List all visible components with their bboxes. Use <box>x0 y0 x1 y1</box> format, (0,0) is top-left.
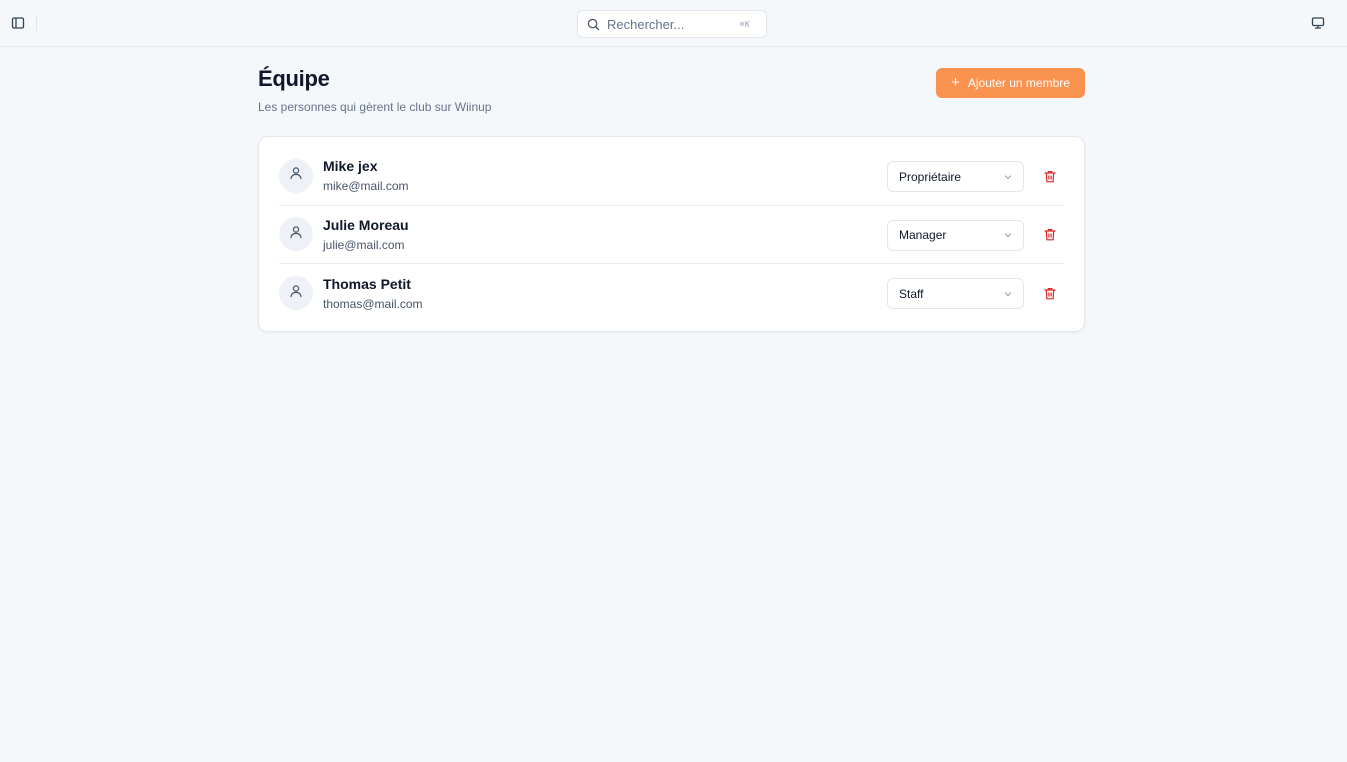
avatar <box>279 217 313 252</box>
search-shortcut: ⌘K <box>739 19 750 29</box>
topbar-divider <box>36 15 37 31</box>
avatar <box>279 158 313 193</box>
member-row: Julie Moreau julie@mail.com Manager <box>279 206 1064 265</box>
member-email: mike@mail.com <box>323 179 409 194</box>
member-row: Thomas Petit thomas@mail.com Staff <box>279 264 1064 323</box>
member-name: Julie Moreau <box>323 216 409 233</box>
trash-icon[interactable] <box>1042 168 1058 184</box>
monitor-icon[interactable] <box>1309 14 1327 32</box>
search-input[interactable] <box>607 16 727 32</box>
plus-icon: + <box>951 74 960 91</box>
member-info: Thomas Petit thomas@mail.com <box>323 276 423 311</box>
members-card: Mike jex mike@mail.com Propriétaire Juli… <box>258 136 1085 332</box>
role-select[interactable]: Staff <box>887 278 1024 310</box>
add-member-label: Ajouter un membre <box>967 76 1070 90</box>
trash-icon[interactable] <box>1042 285 1058 301</box>
page-title: Équipe <box>258 66 330 91</box>
search-box[interactable]: ⌘K <box>577 10 767 38</box>
role-select[interactable]: Propriétaire <box>887 161 1024 192</box>
member-info: Mike jex mike@mail.com <box>323 158 409 193</box>
member-email: julie@mail.com <box>323 237 405 252</box>
chevron-down-icon <box>1003 230 1013 240</box>
search-icon <box>587 17 601 31</box>
member-info: Julie Moreau julie@mail.com <box>323 217 409 252</box>
chevron-down-icon <box>1003 289 1013 299</box>
role-select[interactable]: Manager <box>887 219 1024 251</box>
avatar <box>279 276 313 311</box>
member-name: Thomas Petit <box>323 275 411 292</box>
role-value: Manager <box>899 228 947 243</box>
sidebar-toggle-icon[interactable] <box>9 14 27 32</box>
member-name: Mike jex <box>323 158 378 175</box>
trash-icon[interactable] <box>1042 227 1058 243</box>
role-value: Staff <box>899 286 924 301</box>
user-icon <box>289 284 303 303</box>
page-subtitle: Les personnes qui gèrent le club sur Wii… <box>258 100 492 114</box>
top-bar: ⌘K <box>0 0 1347 47</box>
member-row: Mike jex mike@mail.com Propriétaire <box>279 147 1064 206</box>
chevron-down-icon <box>1003 172 1013 182</box>
add-member-button[interactable]: + Ajouter un membre <box>936 68 1085 98</box>
user-icon <box>289 166 303 185</box>
role-value: Propriétaire <box>899 169 962 184</box>
user-icon <box>289 225 303 244</box>
member-email: thomas@mail.com <box>323 296 423 311</box>
